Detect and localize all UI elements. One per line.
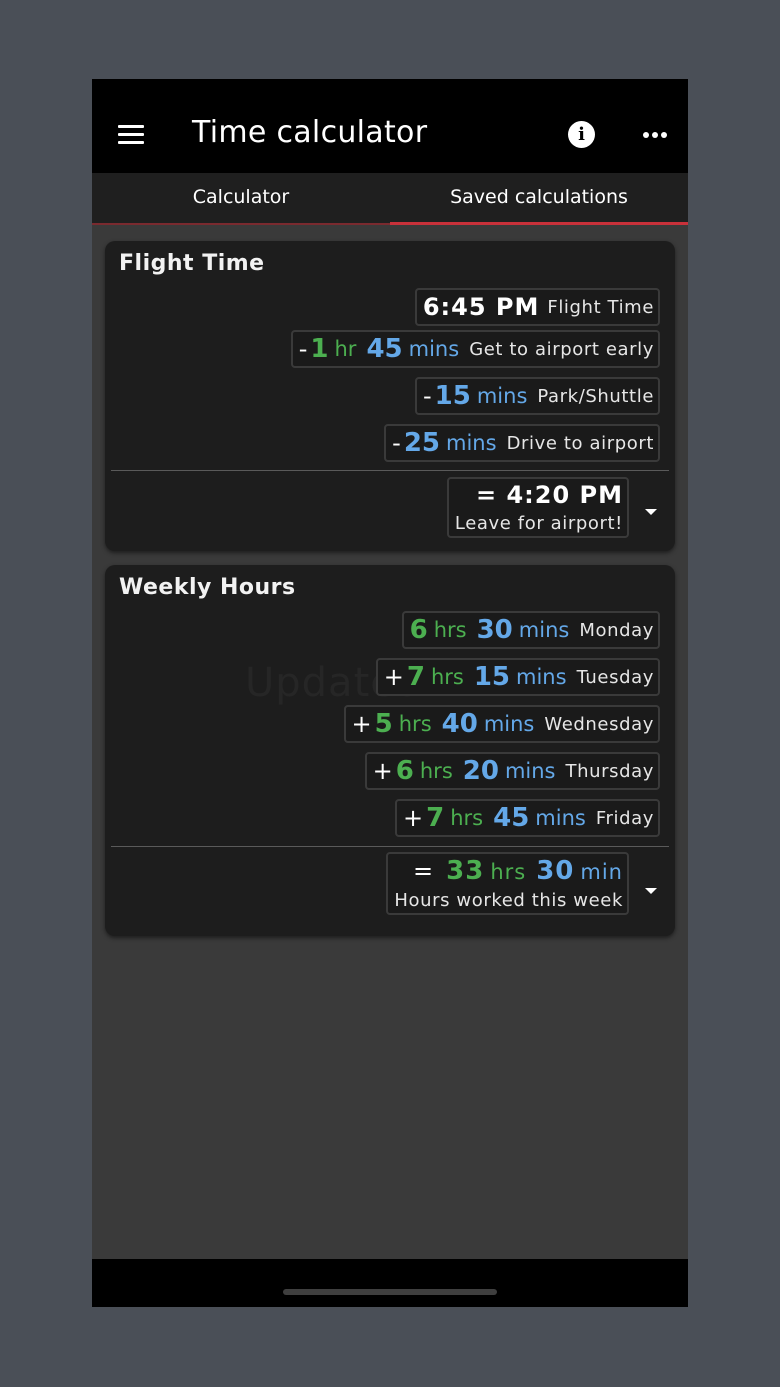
minutes-value: 45 — [493, 803, 530, 833]
time-value: 6:45 PM — [422, 293, 540, 321]
minutes-value: 45 — [366, 334, 403, 364]
row-label: Friday — [595, 807, 654, 829]
row-label: Wednesday — [544, 713, 654, 735]
home-indicator[interactable] — [283, 1289, 497, 1295]
operator-sign: + — [383, 663, 404, 691]
card-title: Flight Time — [119, 251, 265, 276]
menu-icon[interactable] — [118, 125, 144, 145]
hours-unit: hrs — [490, 860, 527, 884]
minutes-unit: mins — [483, 712, 535, 736]
minutes-unit: mins — [446, 431, 497, 455]
calc-row[interactable]: + 6 hrs 20 mins Thursday — [364, 752, 660, 790]
hours-unit: hrs — [430, 665, 464, 689]
saved-calculation-card[interactable]: Updated Weekly Hours 6 hrs 30 mins Monda… — [105, 565, 675, 936]
minutes-value: 30 — [476, 615, 513, 645]
minutes-value: 25 — [403, 428, 441, 458]
minutes-value: 15 — [473, 662, 511, 692]
minutes-unit: mins — [535, 806, 586, 830]
minutes-unit: mins — [516, 665, 567, 689]
dropdown-caret-icon[interactable] — [645, 509, 657, 515]
minutes-value: 30 — [536, 856, 575, 886]
hours-unit: hrs — [398, 712, 432, 736]
calc-row[interactable]: - 1 hr 45 mins Get to airport early — [290, 330, 660, 368]
tab-calculator[interactable]: Calculator — [92, 173, 390, 224]
tab-indicator-inactive — [92, 223, 390, 225]
tab-bar: Calculator Saved calculations — [92, 173, 688, 225]
minutes-unit: mins — [518, 618, 570, 642]
calc-row[interactable]: - 15 mins Park/Shuttle — [414, 377, 660, 415]
row-label: Tuesday — [576, 666, 654, 688]
operator-sign: - — [422, 382, 432, 410]
minutes-unit: min — [580, 860, 623, 884]
hours-value: 6 — [395, 756, 414, 786]
dropdown-caret-icon[interactable] — [645, 888, 657, 894]
hours-value: 7 — [426, 803, 445, 833]
hours-value: 6 — [409, 615, 428, 645]
hours-value: 5 — [374, 709, 393, 739]
result-value: = 4:20 PM — [476, 481, 623, 509]
calc-row[interactable]: 6 hrs 30 mins Monday — [401, 611, 660, 649]
page-title: Time calculator — [192, 115, 428, 150]
result-box[interactable]: = 33 hrs 30 min Hours worked this week — [386, 852, 629, 915]
divider — [111, 846, 669, 847]
minutes-value: 40 — [441, 709, 478, 739]
more-horizontal-icon[interactable] — [643, 132, 667, 138]
result-box[interactable]: = 4:20 PM Leave for airport! — [446, 477, 629, 538]
row-label: Drive to airport — [506, 432, 654, 454]
app-screen: Time calculator i Calculator Saved calcu… — [92, 79, 688, 1307]
row-label: Thursday — [565, 760, 654, 782]
operator-sign: - — [298, 335, 308, 363]
calc-row[interactable]: 6:45 PM Flight Time — [414, 288, 660, 326]
row-label: Flight Time — [547, 296, 654, 318]
calc-row[interactable]: + 7 hrs 45 mins Friday — [395, 799, 660, 837]
hours-value: 33 — [446, 856, 485, 886]
row-label: Monday — [579, 619, 654, 641]
hours-value: 7 — [406, 662, 425, 692]
row-label: Get to airport early — [469, 338, 654, 360]
minutes-unit: mins — [408, 337, 460, 361]
calc-row[interactable]: - 25 mins Drive to airport — [384, 424, 660, 462]
divider — [111, 470, 669, 471]
hours-unit: hrs — [433, 618, 467, 642]
minutes-value: 20 — [462, 756, 499, 786]
info-icon[interactable]: i — [568, 121, 595, 148]
hours-unit: hrs — [419, 759, 453, 783]
hours-value: 1 — [310, 334, 329, 364]
operator-sign: + — [351, 710, 372, 738]
equals-sign: = — [413, 857, 435, 885]
tab-indicator-active — [390, 222, 688, 225]
operator-sign: - — [392, 429, 401, 457]
result-label: Leave for airport! — [454, 513, 623, 534]
minutes-unit: mins — [476, 384, 528, 408]
app-bar: Time calculator i — [92, 79, 688, 173]
hours-unit: hr — [334, 337, 357, 361]
operator-sign: + — [403, 804, 424, 832]
minutes-value: 15 — [434, 381, 471, 411]
calc-row[interactable]: + 5 hrs 40 mins Wednesday — [343, 705, 660, 743]
operator-sign: + — [372, 757, 393, 785]
tab-saved-calculations[interactable]: Saved calculations — [390, 173, 688, 224]
card-title: Weekly Hours — [119, 575, 296, 600]
bottom-bar — [92, 1259, 688, 1307]
calc-row[interactable]: + 7 hrs 15 mins Tuesday — [375, 658, 660, 696]
saved-calculation-card[interactable]: Flight Time 6:45 PM Flight Time - 1 hr 4… — [105, 241, 675, 551]
hours-unit: hrs — [450, 806, 484, 830]
row-label: Park/Shuttle — [537, 385, 654, 407]
result-label: Hours worked this week — [394, 890, 623, 911]
minutes-unit: mins — [504, 759, 556, 783]
